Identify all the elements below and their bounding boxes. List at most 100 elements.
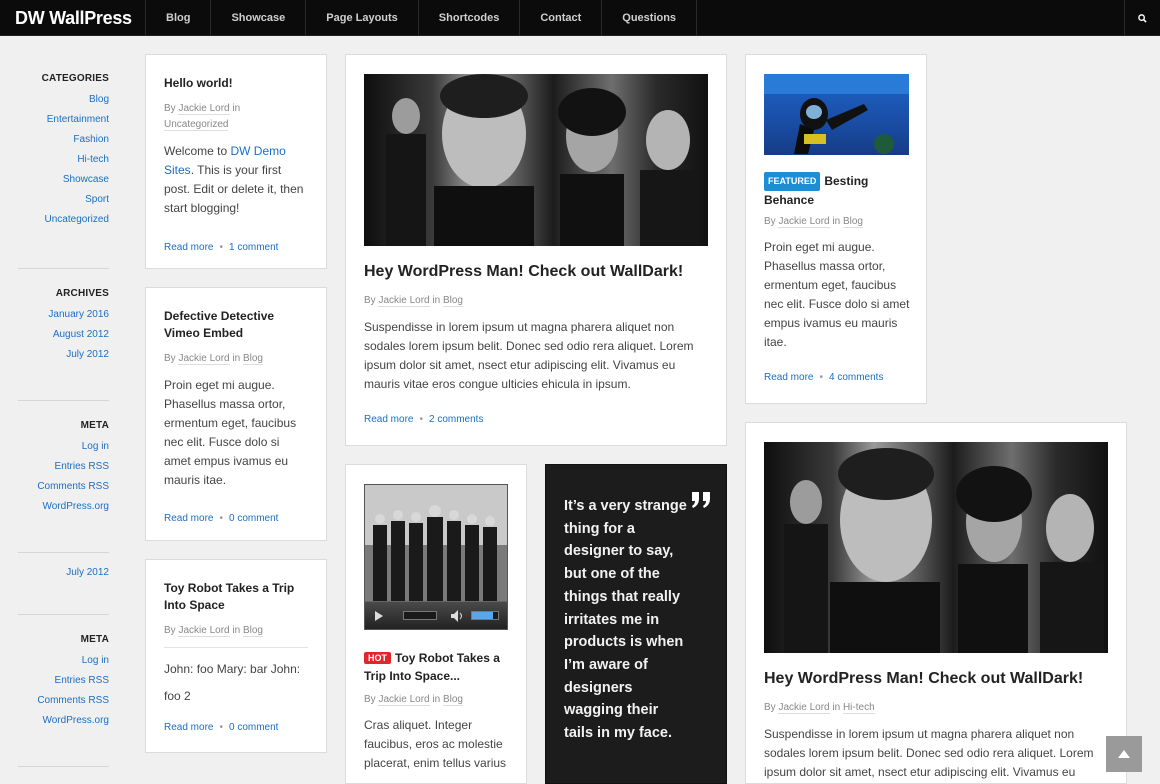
- nav-item-shortcodes[interactable]: Shortcodes: [419, 0, 521, 36]
- band-photo-illustration: [386, 74, 700, 246]
- meta-link-comments-rss[interactable]: Comments RSS: [18, 477, 109, 497]
- comments-link[interactable]: 1 comment: [229, 242, 278, 253]
- post-footer: Read more • 4 comments: [764, 372, 883, 383]
- video-progress-bar[interactable]: [403, 611, 437, 620]
- post-meta: By Jackie Lord in Blog: [764, 214, 863, 230]
- post-excerpt: John: foo Mary: bar John: foo 2: [164, 662, 301, 703]
- meta-link-comments-rss-2[interactable]: Comments RSS: [18, 691, 109, 711]
- author-link[interactable]: Jackie Lord: [178, 353, 230, 365]
- post-title-row: HOT Toy Robot Takes a Trip Into Space...: [364, 649, 514, 685]
- comments-link[interactable]: 2 comments: [429, 414, 483, 425]
- author-link[interactable]: Jackie Lord: [378, 694, 430, 706]
- meta-by: By: [764, 216, 776, 227]
- meta-link-login-2[interactable]: Log in: [18, 651, 109, 671]
- author-link[interactable]: Jackie Lord: [378, 295, 430, 307]
- archive-widget: July 2012: [18, 553, 109, 615]
- post-title[interactable]: Defective Detective Vimeo Embed: [164, 308, 308, 342]
- post-excerpt: Cras aliquet. Integer faucibus, eros ac …: [364, 718, 507, 770]
- hot-badge: HOT: [364, 652, 391, 664]
- diver-photo[interactable]: [764, 74, 909, 155]
- video-player[interactable]: [364, 484, 508, 630]
- author-link[interactable]: Jackie Lord: [778, 216, 830, 228]
- meta-in: in: [432, 694, 441, 705]
- separator-dot: •: [219, 513, 223, 524]
- read-more-link[interactable]: Read more: [164, 722, 213, 733]
- author-link[interactable]: Jackie Lord: [178, 103, 230, 115]
- category-link[interactable]: Hi-tech: [842, 702, 875, 714]
- band-photo-2[interactable]: [764, 442, 1108, 653]
- post-excerpt: Proin eget mi augue. Phasellus massa ort…: [164, 378, 297, 487]
- back-to-top-button[interactable]: [1106, 736, 1142, 772]
- comments-link[interactable]: 0 comment: [229, 722, 278, 733]
- meta-link-login[interactable]: Log in: [18, 437, 109, 457]
- category-link-uncategorized[interactable]: Uncategorized: [18, 210, 109, 230]
- category-link-sport[interactable]: Sport: [18, 190, 109, 210]
- quote-icon: [692, 492, 710, 508]
- meta-link-wordpress-org-2[interactable]: WordPress.org: [18, 711, 109, 731]
- post-card-defective-detective: Defective Detective Vimeo Embed By Jacki…: [145, 287, 327, 541]
- category-link[interactable]: Uncategorized: [164, 119, 229, 131]
- post-meta: By Jackie Lord in Blog: [164, 623, 308, 648]
- post-card-besting-behance: FEATURED Besting Behance By Jackie Lord i…: [745, 54, 927, 404]
- video-thumbnail: [365, 485, 507, 601]
- post-excerpt: Welcome to DW Demo Sites. This is your f…: [164, 142, 308, 218]
- post-title[interactable]: Hey WordPress Man! Check out WallDark!: [364, 261, 683, 283]
- category-link-showcase[interactable]: Showcase: [18, 170, 109, 190]
- site-logo[interactable]: DW WallPress: [15, 0, 132, 36]
- post-card-hello-world: Hello world! By Jackie Lord in Uncategori…: [145, 54, 327, 269]
- archive-link-jul-2012-b[interactable]: July 2012: [18, 563, 109, 583]
- nav-item-page-layouts[interactable]: Page Layouts: [306, 0, 419, 36]
- search-button[interactable]: [1124, 0, 1160, 36]
- read-more-link[interactable]: Read more: [764, 372, 813, 383]
- separator-dot: •: [819, 372, 823, 383]
- archives-heading: ARCHIVES: [55, 288, 109, 299]
- author-link[interactable]: Jackie Lord: [778, 702, 830, 714]
- post-meta: By Jackie Lord in Blog: [164, 351, 308, 367]
- post-title[interactable]: Hey WordPress Man! Check out WallDark!: [764, 668, 1083, 690]
- archive-link-aug-2012[interactable]: August 2012: [18, 325, 109, 345]
- meta-in: in: [432, 295, 441, 306]
- comments-link[interactable]: 4 comments: [829, 372, 883, 383]
- archive-link-jul-2012[interactable]: July 2012: [18, 345, 109, 365]
- post-excerpt: Proin eget mi augue. Phasellus massa ort…: [764, 240, 910, 349]
- read-more-link[interactable]: Read more: [164, 242, 213, 253]
- archive-link-jan-2016[interactable]: January 2016: [18, 305, 109, 325]
- nav-item-questions[interactable]: Questions: [602, 0, 698, 36]
- category-link-entertainment[interactable]: Entertainment: [18, 110, 109, 130]
- meta-in: in: [832, 216, 841, 227]
- post-title[interactable]: Toy Robot Takes a Trip Into Space: [164, 580, 308, 614]
- post-excerpt: Suspendisse in lorem ipsum ut magna phar…: [364, 320, 694, 391]
- meta-link-entries-rss[interactable]: Entries RSS: [18, 457, 109, 477]
- nav-item-blog[interactable]: Blog: [146, 0, 212, 36]
- category-link-blog[interactable]: Blog: [18, 90, 109, 110]
- read-more-link[interactable]: Read more: [164, 513, 213, 524]
- post-meta: By Jackie Lord in Uncategorized: [164, 101, 308, 133]
- author-link[interactable]: Jackie Lord: [178, 625, 230, 637]
- nav-item-contact[interactable]: Contact: [520, 0, 603, 36]
- arrow-up-icon: [1118, 750, 1130, 758]
- nav-item-showcase[interactable]: Showcase: [211, 0, 307, 36]
- meta-link-entries-rss-2[interactable]: Entries RSS: [18, 671, 109, 691]
- volume-slider[interactable]: [471, 611, 499, 620]
- category-link[interactable]: Blog: [842, 216, 863, 228]
- meta-widget-2: META Log in Entries RSS Comments RSS Wor…: [18, 615, 109, 767]
- category-link[interactable]: Blog: [442, 295, 463, 307]
- archives-widget: ARCHIVES January 2016 August 2012 July 2…: [18, 269, 109, 401]
- meta-by: By: [364, 694, 376, 705]
- post-footer: Read more • 1 comment: [164, 242, 308, 253]
- post-title[interactable]: Hello world!: [164, 75, 308, 92]
- quote-post-card[interactable]: It’s a very strange thing for a designer…: [545, 464, 727, 784]
- play-icon[interactable]: [374, 611, 384, 621]
- category-link-hi-tech[interactable]: Hi-tech: [18, 150, 109, 170]
- band-photo[interactable]: [364, 74, 708, 246]
- read-more-link[interactable]: Read more: [364, 414, 413, 425]
- category-link[interactable]: Blog: [242, 353, 263, 365]
- meta-heading-2: META: [80, 634, 109, 645]
- category-link-fashion[interactable]: Fashion: [18, 130, 109, 150]
- comments-link[interactable]: 0 comment: [229, 513, 278, 524]
- volume-icon[interactable]: [451, 610, 465, 622]
- meta-link-wordpress-org[interactable]: WordPress.org: [18, 497, 109, 517]
- category-link[interactable]: Blog: [242, 625, 263, 637]
- category-link[interactable]: Blog: [442, 694, 463, 706]
- post-footer: Read more • 2 comments: [364, 414, 483, 425]
